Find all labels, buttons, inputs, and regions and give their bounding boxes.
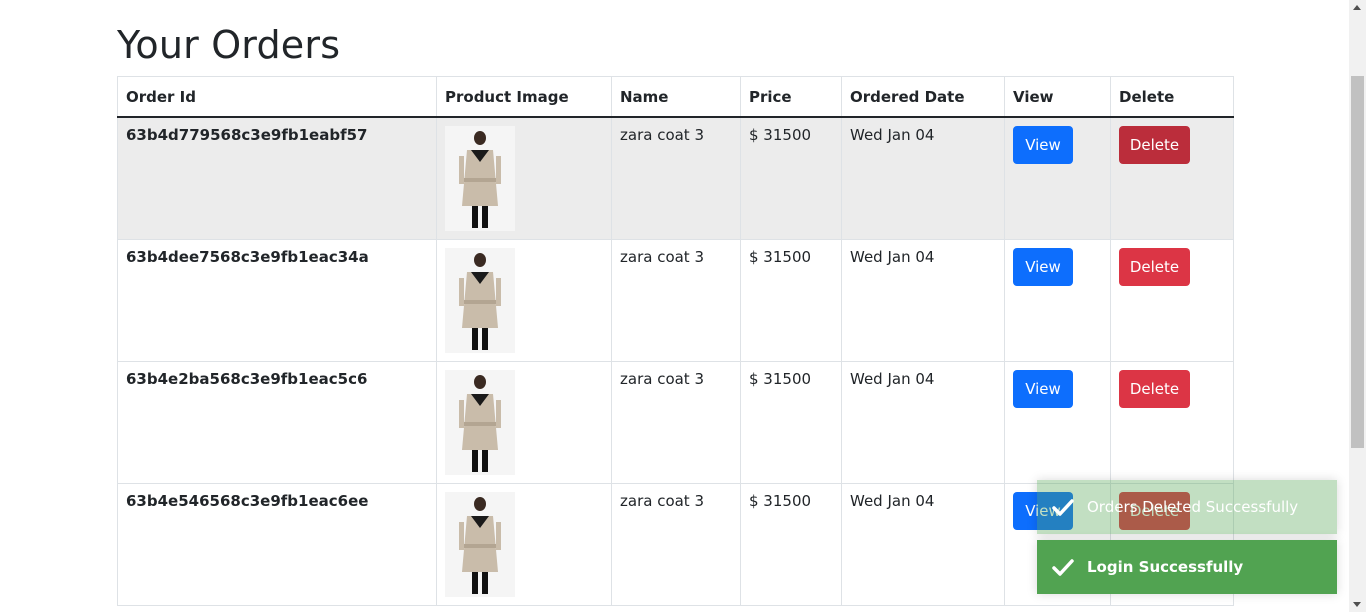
toast-login-success[interactable]: Login Successfully (1037, 540, 1337, 594)
delete-cell: Delete (1110, 239, 1234, 362)
header-delete: Delete (1110, 76, 1234, 118)
table-row: 63b4e2ba568c3e9fb1eac5c6 zara coat 3 $ 3… (117, 361, 1234, 484)
product-image-cell (436, 239, 612, 362)
view-button[interactable]: View (1013, 126, 1073, 164)
delete-cell: Delete (1110, 116, 1234, 240)
order-id-cell: 63b4e546568c3e9fb1eac6ee (117, 483, 437, 606)
scrollbar-thumb[interactable] (1351, 76, 1364, 448)
header-name: Name (611, 76, 741, 118)
product-image (445, 126, 515, 231)
ordered-date-cell: Wed Jan 04 (841, 239, 1005, 362)
order-id-cell: 63b4e2ba568c3e9fb1eac5c6 (117, 361, 437, 484)
delete-button[interactable]: Delete (1119, 248, 1190, 286)
scroll-up-arrow-icon[interactable] (1353, 5, 1361, 10)
view-button[interactable]: View (1013, 370, 1073, 408)
toast-orders-deleted[interactable]: Orders Deleted Successfully (1037, 480, 1337, 534)
check-icon (1052, 559, 1074, 576)
scroll-down-arrow-icon[interactable] (1353, 602, 1361, 607)
price-cell: $ 31500 (740, 361, 842, 484)
delete-button[interactable]: Delete (1119, 370, 1190, 408)
price-cell: $ 31500 (740, 239, 842, 362)
delete-button[interactable]: Delete (1119, 126, 1190, 164)
product-name-cell: zara coat 3 (611, 116, 741, 240)
price-cell: $ 31500 (740, 116, 842, 240)
view-cell: View (1004, 239, 1111, 362)
header-price: Price (740, 76, 842, 118)
toast-message: Login Successfully (1087, 558, 1244, 576)
product-image (445, 492, 515, 597)
delete-cell: Delete (1110, 361, 1234, 484)
header-order-id: Order Id (117, 76, 437, 118)
header-product-image: Product Image (436, 76, 612, 118)
product-name-cell: zara coat 3 (611, 239, 741, 362)
vertical-scrollbar[interactable] (1349, 0, 1366, 612)
view-cell: View (1004, 361, 1111, 484)
price-cell: $ 31500 (740, 483, 842, 606)
product-image (445, 370, 515, 475)
ordered-date-cell: Wed Jan 04 (841, 361, 1005, 484)
product-image-cell (436, 116, 612, 240)
check-icon (1052, 499, 1074, 516)
product-name-cell: zara coat 3 (611, 483, 741, 606)
product-image (445, 248, 515, 353)
ordered-date-cell: Wed Jan 04 (841, 483, 1005, 606)
ordered-date-cell: Wed Jan 04 (841, 116, 1005, 240)
order-id-cell: 63b4d779568c3e9fb1eabf57 (117, 116, 437, 240)
table-header: Order Id Product Image Name Price Ordere… (117, 76, 1234, 118)
page-title: Your Orders (117, 23, 341, 67)
view-button[interactable]: View (1013, 248, 1073, 286)
order-id-cell: 63b4dee7568c3e9fb1eac34a (117, 239, 437, 362)
toast-message: Orders Deleted Successfully (1087, 498, 1299, 516)
product-image-cell (436, 361, 612, 484)
header-view: View (1004, 76, 1111, 118)
header-ordered-date: Ordered Date (841, 76, 1005, 118)
product-name-cell: zara coat 3 (611, 361, 741, 484)
product-image-cell (436, 483, 612, 606)
table-row: 63b4d779568c3e9fb1eabf57 zara coat 3 $ 3… (117, 116, 1234, 240)
view-cell: View (1004, 116, 1111, 240)
table-row: 63b4dee7568c3e9fb1eac34a zara coat 3 $ 3… (117, 239, 1234, 362)
